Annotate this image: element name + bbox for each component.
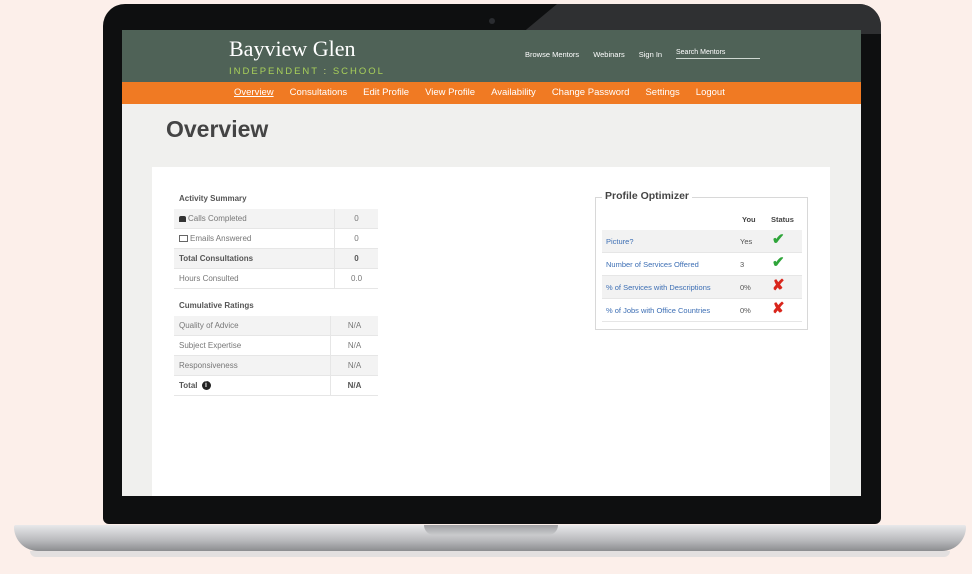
calls-label: Calls Completed: [188, 214, 247, 223]
nav-logout[interactable]: Logout: [688, 82, 733, 104]
table-cell-label: Responsiveness: [174, 355, 331, 376]
activity-summary-title: Activity Summary: [179, 194, 247, 203]
table-row: Responsiveness N/A: [174, 355, 378, 376]
table-cell-value: 0: [334, 209, 378, 229]
logo-sub-sep: :: [318, 66, 333, 77]
optimizer-link-descriptions[interactable]: % of Services with Descriptions: [606, 283, 711, 292]
col-status: Status: [771, 215, 794, 224]
table-cell-value: 0.0: [334, 268, 378, 289]
table-row: Subject Expertise N/A: [174, 335, 378, 356]
link-webinars[interactable]: Webinars: [593, 50, 625, 59]
table-row: Total Consultations 0: [174, 248, 378, 269]
cumulative-ratings-title: Cumulative Ratings: [179, 301, 254, 310]
logo-sub-b: SCHOOL: [332, 66, 385, 77]
table-row: Total i N/A: [174, 375, 378, 396]
laptop-notch: [424, 525, 558, 535]
optimizer-link-picture[interactable]: Picture?: [606, 237, 634, 246]
link-browse-mentors[interactable]: Browse Mentors: [525, 50, 579, 59]
table-cell-value: 0: [334, 248, 378, 269]
optimizer-you: 0%: [740, 306, 751, 315]
table-cell-label: Emails Answered: [174, 228, 335, 249]
page-title: Overview: [166, 116, 269, 142]
table-cell-value: N/A: [330, 335, 378, 356]
screen: Bayview Glen INDEPENDENT : SCHOOL Browse…: [122, 30, 861, 496]
mail-icon: [179, 235, 188, 243]
logo-subtitle: INDEPENDENT : SCHOOL: [229, 66, 385, 77]
laptop-shadow: [30, 551, 950, 557]
optimizer-row: % of Services with Descriptions 0% ✘: [602, 276, 802, 299]
activity-table: Calls Completed 0 Emails Answered 0 Tota…: [174, 209, 378, 289]
table-cell-value: N/A: [330, 316, 378, 336]
table-cell-label: Total Consultations: [174, 248, 335, 269]
table-cell-label: Quality of Advice: [174, 316, 331, 336]
table-cell-value: N/A: [330, 375, 378, 396]
table-row: Calls Completed 0: [174, 209, 378, 229]
optimizer-row: Picture? Yes ✔: [602, 230, 802, 253]
optimizer-row: % of Jobs with Office Countries 0% ✘: [602, 299, 802, 322]
optimizer-you: Yes: [740, 237, 753, 246]
optimizer-link-countries[interactable]: % of Jobs with Office Countries: [606, 306, 710, 315]
link-sign-in[interactable]: Sign In: [639, 50, 662, 59]
top-links: Browse Mentors Webinars Sign In: [525, 50, 662, 59]
table-cell-value: 0: [334, 228, 378, 249]
table-row: Emails Answered 0: [174, 228, 378, 249]
nav-settings[interactable]: Settings: [637, 82, 687, 104]
nav-edit-profile[interactable]: Edit Profile: [355, 82, 417, 104]
table-row: Hours Consulted 0.0: [174, 268, 378, 289]
logo[interactable]: Bayview Glen: [229, 36, 355, 62]
site-header: Bayview Glen INDEPENDENT : SCHOOL Browse…: [122, 30, 861, 82]
table-cell-value: N/A: [330, 355, 378, 376]
check-icon: ✔: [772, 231, 785, 248]
cross-icon: ✘: [772, 300, 785, 317]
optimizer-row: Number of Services Offered 3 ✔: [602, 253, 802, 276]
optimizer-link-services[interactable]: Number of Services Offered: [606, 260, 699, 269]
table-row: Quality of Advice N/A: [174, 316, 378, 336]
main-nav: Overview Consultations Edit Profile View…: [122, 82, 861, 104]
info-icon[interactable]: i: [201, 381, 211, 391]
camera-icon: [489, 18, 495, 24]
nav-consultations[interactable]: Consultations: [282, 82, 356, 104]
optimizer-you: 3: [740, 260, 745, 269]
optimizer-title: Profile Optimizer: [602, 190, 693, 202]
phone-icon: [179, 215, 186, 222]
nav-overview[interactable]: Overview: [226, 82, 282, 104]
profile-optimizer: Profile Optimizer You Status Picture? Ye…: [595, 190, 808, 330]
total-label: Total: [179, 380, 198, 390]
content-panel: Activity Summary Calls Completed 0 Email…: [152, 167, 830, 496]
table-cell-label: Total i: [174, 375, 331, 396]
table-cell-label: Calls Completed: [174, 209, 335, 229]
ratings-table: Quality of Advice N/A Subject Expertise …: [174, 316, 378, 396]
col-you: You: [742, 215, 756, 224]
cross-icon: ✘: [772, 277, 785, 294]
check-icon: ✔: [772, 254, 785, 271]
nav-availability[interactable]: Availability: [483, 82, 544, 104]
nav-change-password[interactable]: Change Password: [544, 82, 638, 104]
table-cell-label: Subject Expertise: [174, 335, 331, 356]
table-cell-label: Hours Consulted: [174, 268, 335, 289]
nav-view-profile[interactable]: View Profile: [417, 82, 483, 104]
logo-sub-a: INDEPENDENT: [229, 66, 319, 77]
search-input[interactable]: Search Mentors: [676, 49, 760, 59]
emails-label: Emails Answered: [190, 234, 252, 243]
optimizer-you: 0%: [740, 283, 751, 292]
